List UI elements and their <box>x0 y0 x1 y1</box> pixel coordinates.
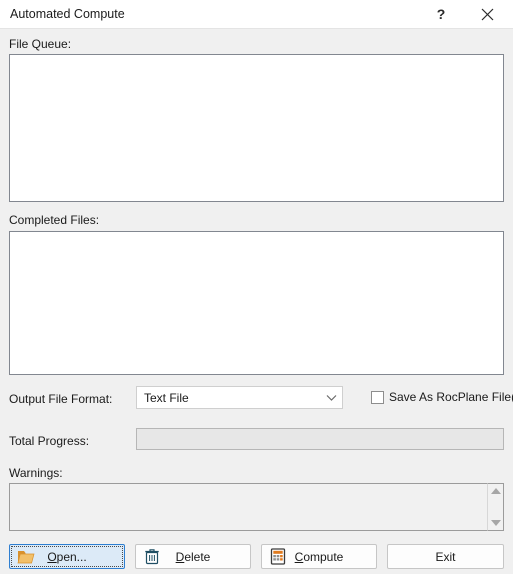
completed-files-label: Completed Files: <box>9 213 100 227</box>
total-progress-bar <box>136 428 504 450</box>
warnings-label: Warnings: <box>9 466 63 480</box>
folder-icon <box>17 548 35 566</box>
completed-files-listbox[interactable] <box>9 231 504 375</box>
close-icon <box>481 8 494 21</box>
open-button[interactable]: Open... <box>9 544 125 569</box>
title-bar: Automated Compute ? <box>0 0 513 29</box>
exit-button[interactable]: Exit <box>387 544 504 569</box>
compute-button[interactable]: Compute <box>261 544 377 569</box>
warnings-textarea[interactable] <box>9 483 487 531</box>
output-file-format-value: Text File <box>144 390 189 405</box>
chevron-down-icon <box>320 394 342 402</box>
output-file-format-label: Output File Format: <box>9 392 113 406</box>
total-progress-label: Total Progress: <box>9 434 90 448</box>
exit-button-label: Exit <box>435 549 456 564</box>
help-button[interactable]: ? <box>423 0 459 28</box>
save-as-rocplane-label: Save As RocPlane File(s) <box>389 390 513 404</box>
window-title: Automated Compute <box>10 7 125 21</box>
file-queue-listbox[interactable] <box>9 54 504 202</box>
file-queue-label: File Queue: <box>9 37 72 51</box>
save-as-rocplane-checkbox[interactable]: Save As RocPlane File(s) <box>371 390 513 404</box>
triangle-up-icon[interactable] <box>490 488 501 494</box>
delete-button[interactable]: Delete <box>135 544 251 569</box>
warnings-scrollbar[interactable] <box>487 483 504 531</box>
checkbox-box-icon <box>371 390 384 404</box>
close-button[interactable] <box>469 0 505 28</box>
triangle-down-icon[interactable] <box>490 520 501 526</box>
question-mark-icon: ? <box>436 6 446 22</box>
output-file-format-select[interactable]: Text File <box>136 386 343 409</box>
trash-icon <box>143 548 161 566</box>
calculator-icon <box>269 548 287 566</box>
